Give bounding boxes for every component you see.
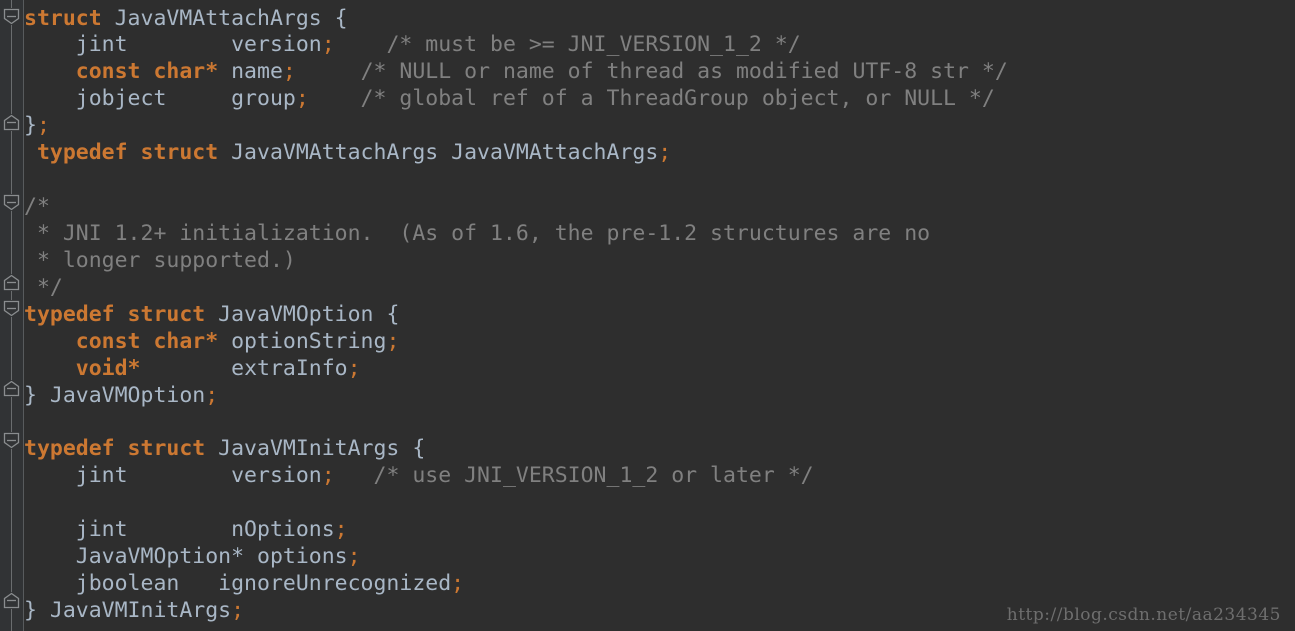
code-line-jint-version[interactable]: jint version; /* must be >= JNI_VERSION_… bbox=[24, 32, 801, 58]
fold-rail-segment-gap-2 bbox=[11, 291, 12, 300]
code-line-javavmoption-options-token-0: JavaVMOption* options bbox=[24, 544, 348, 569]
code-line-close-brace-attachargs-token-1: ; bbox=[36, 113, 50, 138]
code-line-typedef-attachargs-token-1: typedef struct bbox=[36, 140, 219, 165]
code-line-jint-noptions-token-1: ; bbox=[334, 517, 348, 542]
code-line-close-javavminitargs[interactable]: } JavaVMInitArgs; bbox=[24, 598, 244, 624]
fold-close-block-comment[interactable] bbox=[3, 274, 20, 291]
code-line-jobject-group[interactable]: jobject group; /* global ref of a Thread… bbox=[24, 86, 995, 112]
code-line-const-char-name-token-0 bbox=[24, 59, 76, 84]
code-line-close-javavminitargs-token-0: } bbox=[24, 598, 37, 623]
code-editor[interactable]: struct JavaVMAttachArgs { jint version; … bbox=[0, 0, 1295, 631]
code-line-typedef-attachargs[interactable]: typedef struct JavaVMAttachArgs JavaVMAt… bbox=[24, 140, 671, 166]
code-line-jint-noptions[interactable]: jint nOptions; bbox=[24, 517, 348, 543]
fold-open-javavmattachargs[interactable] bbox=[3, 8, 20, 25]
fold-rail-segment-gap-3 bbox=[11, 397, 12, 432]
fold-rail-segment-bottom bbox=[11, 609, 12, 631]
fold-rail-segment-comment bbox=[11, 211, 12, 274]
fold-close-javavmattachargs[interactable] bbox=[3, 114, 20, 131]
code-line-jint-version-initargs-token-2: /* use JNI_VERSION_1_2 or later */ bbox=[334, 463, 814, 488]
code-line-jboolean-ignoreunrecognized-token-0: jboolean ignoreUnrecognized bbox=[24, 571, 452, 596]
code-line-typedef-struct-javavminitargs-token-0: typedef struct bbox=[24, 436, 206, 461]
code-line-jint-version-token-0: jint version bbox=[24, 32, 322, 57]
code-line-jboolean-ignoreunrecognized-token-1: ; bbox=[451, 571, 465, 596]
fold-rail-segment-top bbox=[11, 0, 12, 8]
code-line-jboolean-ignoreunrecognized[interactable]: jboolean ignoreUnrecognized; bbox=[24, 571, 464, 597]
fold-close-javavminitargs[interactable] bbox=[3, 592, 20, 609]
code-line-jobject-group-token-2: /* global ref of a ThreadGroup object, o… bbox=[308, 86, 995, 111]
code-line-const-char-optionstring-token-2: optionString bbox=[218, 329, 387, 354]
code-line-const-char-optionstring-token-0 bbox=[24, 329, 76, 354]
code-line-comment-open[interactable]: /* bbox=[24, 194, 50, 220]
code-line-typedef-struct-javavmoption-token-2: { bbox=[386, 302, 400, 327]
fold-open-javavmoption[interactable] bbox=[3, 300, 20, 317]
code-line-comment-close-token-0: */ bbox=[24, 275, 63, 300]
code-line-comment-jni-init[interactable]: * JNI 1.2+ initialization. (As of 1.6, t… bbox=[24, 221, 930, 247]
code-line-void-extrainfo-token-1: void* bbox=[75, 356, 141, 381]
code-line-comment-close[interactable]: */ bbox=[24, 275, 63, 301]
code-line-void-extrainfo-token-0 bbox=[24, 356, 76, 381]
fold-close-javavmoption[interactable] bbox=[3, 380, 20, 397]
code-line-close-javavmoption-token-2: ; bbox=[205, 383, 219, 408]
fold-rail-segment-option bbox=[11, 317, 12, 380]
code-line-typedef-struct-javavminitargs-token-1: JavaVMInitArgs bbox=[205, 436, 413, 461]
code-line-jint-version-initargs[interactable]: jint version; /* use JNI_VERSION_1_2 or … bbox=[24, 463, 814, 489]
fold-rail-segment-initargs bbox=[11, 449, 12, 592]
code-line-const-char-optionstring-token-3: ; bbox=[386, 329, 400, 354]
code-line-jobject-group-token-1: ; bbox=[295, 86, 309, 111]
code-line-comment-jni-init-token-0: * JNI 1.2+ initialization. (As of 1.6, t… bbox=[24, 221, 931, 246]
fold-rail-segment-gap-1 bbox=[11, 131, 12, 194]
code-line-typedef-struct-javavmoption-token-0: typedef struct bbox=[24, 302, 206, 327]
code-line-void-extrainfo[interactable]: void* extraInfo; bbox=[24, 356, 361, 382]
code-line-const-char-optionstring-token-1: const char* bbox=[75, 329, 219, 354]
code-line-const-char-name-token-2: name bbox=[218, 59, 283, 84]
code-line-const-char-name-token-4: /* NULL or name of thread as modified UT… bbox=[295, 59, 1008, 84]
fold-open-javavminitargs[interactable] bbox=[3, 432, 20, 449]
code-line-close-javavmoption-token-1: JavaVMOption bbox=[36, 383, 206, 408]
code-line-typedef-struct-javavmoption-token-1: JavaVMOption bbox=[205, 302, 387, 327]
code-line-javavmoption-options-token-1: ; bbox=[347, 544, 361, 569]
code-line-const-char-name[interactable]: const char* name; /* NULL or name of thr… bbox=[24, 59, 1008, 85]
code-line-comment-open-token-0: /* bbox=[24, 194, 50, 219]
code-line-jint-noptions-token-0: jint nOptions bbox=[24, 517, 335, 542]
code-line-close-javavminitargs-token-2: ; bbox=[231, 598, 245, 623]
code-line-typedef-attachargs-token-0 bbox=[24, 140, 37, 165]
code-surface[interactable]: struct JavaVMAttachArgs { jint version; … bbox=[24, 0, 1295, 631]
code-line-comment-longer-supported-token-0: * longer supported.) bbox=[24, 248, 296, 273]
code-line-void-extrainfo-token-3: ; bbox=[347, 356, 361, 381]
code-line-const-char-name-token-3: ; bbox=[282, 59, 296, 84]
code-line-typedef-struct-javavmoption[interactable]: typedef struct JavaVMOption { bbox=[24, 302, 399, 328]
code-line-typedef-struct-javavminitargs[interactable]: typedef struct JavaVMInitArgs { bbox=[24, 436, 425, 462]
code-line-jobject-group-token-0: jobject group bbox=[24, 86, 296, 111]
code-line-const-char-optionstring[interactable]: const char* optionString; bbox=[24, 329, 400, 355]
code-line-close-javavmoption[interactable]: } JavaVMOption; bbox=[24, 383, 218, 409]
code-line-const-char-name-token-1: const char* bbox=[75, 59, 219, 84]
code-line-struct-javavmattachargs-token-1: JavaVMAttachArgs bbox=[101, 6, 335, 31]
code-line-jint-version-initargs-token-1: ; bbox=[321, 463, 335, 488]
code-line-typedef-struct-javavminitargs-token-2: { bbox=[412, 436, 426, 461]
code-line-struct-javavmattachargs-token-2: { bbox=[334, 6, 348, 31]
watermark-url: http://blog.csdn.net/aa234345 bbox=[1006, 605, 1281, 625]
code-line-close-brace-attachargs-token-0: } bbox=[24, 113, 37, 138]
code-line-typedef-attachargs-token-2: JavaVMAttachArgs JavaVMAttachArgs bbox=[218, 140, 659, 165]
code-line-typedef-attachargs-token-3: ; bbox=[658, 140, 672, 165]
code-line-struct-javavmattachargs-token-0: struct bbox=[24, 6, 102, 31]
fold-rail-segment-attachargs bbox=[11, 25, 12, 114]
code-line-comment-longer-supported[interactable]: * longer supported.) bbox=[24, 248, 296, 274]
code-line-close-javavminitargs-token-1: JavaVMInitArgs bbox=[36, 598, 232, 623]
code-line-void-extrainfo-token-2: extraInfo bbox=[140, 356, 348, 381]
code-line-close-javavmoption-token-0: } bbox=[24, 383, 37, 408]
code-line-close-brace-attachargs[interactable]: }; bbox=[24, 113, 50, 139]
code-line-jint-version-token-1: ; bbox=[321, 32, 335, 57]
code-line-jint-version-initargs-token-0: jint version bbox=[24, 463, 322, 488]
fold-open-block-comment[interactable] bbox=[3, 194, 20, 211]
code-line-struct-javavmattachargs[interactable]: struct JavaVMAttachArgs { bbox=[24, 6, 348, 32]
code-line-javavmoption-options[interactable]: JavaVMOption* options; bbox=[24, 544, 361, 570]
code-line-jint-version-token-2: /* must be >= JNI_VERSION_1_2 */ bbox=[334, 32, 801, 57]
